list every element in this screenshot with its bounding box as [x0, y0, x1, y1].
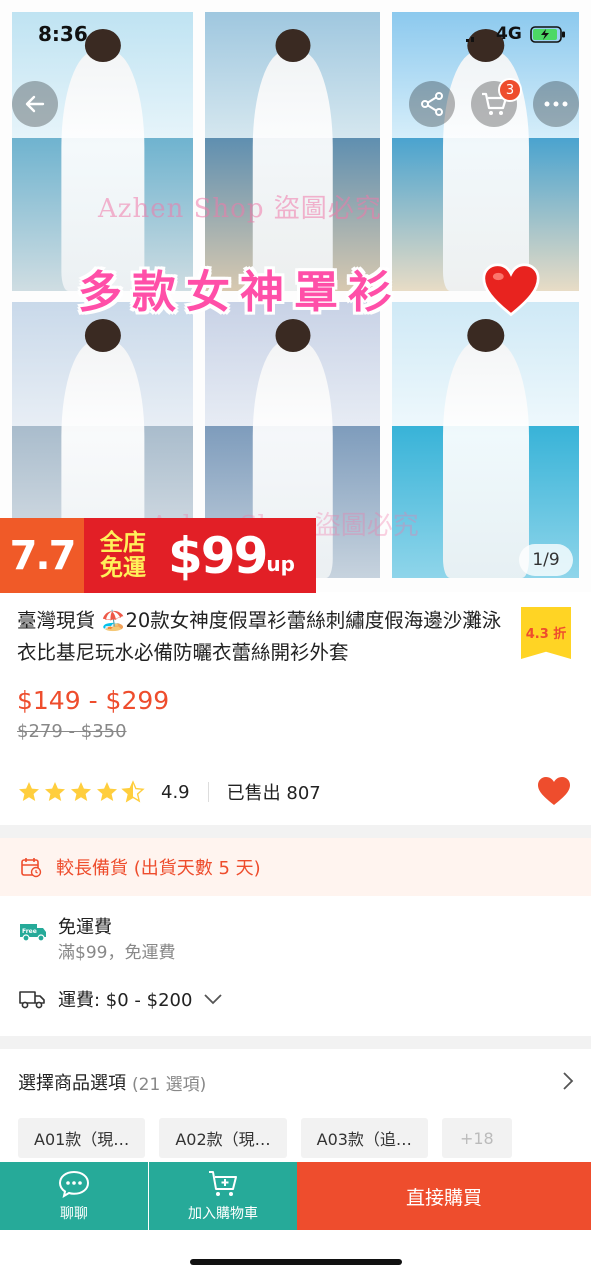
back-button[interactable] — [12, 81, 58, 127]
chevron-down-icon — [204, 994, 223, 1005]
battery-icon — [530, 26, 565, 43]
section-divider — [0, 825, 591, 838]
image-banner-text: 多款女神罩衫 — [78, 267, 402, 318]
more-options-button[interactable] — [533, 81, 579, 127]
promo-label-line2: 免運 — [100, 554, 146, 581]
star-icon — [71, 782, 91, 801]
back-arrow-icon — [25, 95, 45, 113]
discount-badge: 4.3 折 — [521, 607, 571, 659]
shipping-fee: 運費: $0 - $200 — [58, 990, 193, 1011]
gallery-photo — [12, 12, 193, 291]
free-shipping-row: Free 免運費 滿$99，免運費 — [18, 915, 175, 965]
buy-now-button[interactable]: 直接購買 — [297, 1162, 591, 1230]
promo-price: $99 — [168, 526, 268, 585]
variant-selector-title: 選擇商品選項 — [18, 1073, 126, 1094]
truck-icon — [19, 991, 45, 1009]
chevron-right-icon — [563, 1072, 574, 1090]
status-bar: 8:36 4G — [0, 0, 591, 46]
image-watermark: Azhen Shop 盜圖必究 — [98, 194, 382, 224]
share-button[interactable] — [409, 81, 455, 127]
more-variants-chip[interactable]: +18 — [441, 1118, 512, 1158]
variant-chip[interactable]: A03款（追… — [300, 1118, 428, 1158]
free-shipping-title: 免運費 — [58, 917, 112, 938]
status-time: 8:36 — [38, 22, 88, 46]
gallery-photo — [392, 302, 579, 578]
chat-button[interactable]: 聊聊 — [0, 1162, 148, 1230]
shipping-fee-row[interactable]: 運費: $0 - $200 — [18, 986, 223, 1012]
network-type: 4G — [496, 24, 522, 44]
home-indicator-area — [0, 1230, 591, 1279]
promo-label-line1: 全店 — [100, 529, 146, 556]
gallery-photo — [392, 12, 579, 291]
variant-count: (21 選項) — [132, 1074, 207, 1095]
star-icon — [19, 782, 39, 801]
bottom-action-bar: 聊聊 加入購物車 直接購買 — [0, 1162, 591, 1230]
variant-chip[interactable]: A01款（現… — [18, 1118, 146, 1158]
rating-stars — [17, 780, 145, 804]
calendar-icon — [21, 858, 42, 878]
section-divider — [0, 1036, 591, 1049]
promo-free-shipping: 全店 免運 $99 up — [84, 518, 316, 593]
chat-label: 聊聊 — [60, 1206, 88, 1222]
product-title: 臺灣現貨 🏖️20款女神度假罩衫蕾絲刺繡度假海邊沙灘泳衣比基尼玩水必備防曬衣蕾絲… — [17, 609, 502, 664]
variant-chips: A01款（現… A02款（現… A03款（追… +18 — [18, 1118, 512, 1158]
free-shipping-condition: 滿$99，免運費 — [58, 943, 176, 963]
more-icon — [544, 101, 568, 107]
add-to-cart-button[interactable]: 加入購物車 — [149, 1162, 297, 1230]
star-icon — [97, 782, 117, 801]
sold-count: 已售出 807 — [226, 783, 321, 804]
promo-date-logo: 7.7 — [0, 518, 84, 593]
image-counter: 1/9 — [519, 544, 573, 576]
add-to-cart-label: 加入購物車 — [188, 1206, 258, 1222]
divider — [207, 782, 209, 802]
rating-row[interactable]: 4.9 已售出 807 — [17, 777, 321, 807]
share-icon — [421, 92, 443, 116]
add-to-cart-icon — [209, 1171, 237, 1196]
chat-icon — [58, 1170, 90, 1199]
like-heart-icon[interactable] — [537, 776, 571, 806]
free-shipping-truck-icon: Free — [20, 924, 46, 942]
promo-banner: 7.7 全店 免運 $99 up — [0, 518, 316, 593]
star-half-icon — [121, 780, 145, 803]
variant-chip[interactable]: A02款（現… — [159, 1118, 287, 1158]
variant-selector[interactable]: 選擇商品選項 (21 選項) — [18, 1069, 574, 1095]
heart-emoji-icon — [482, 263, 540, 317]
signal-icon — [466, 37, 474, 42]
promo-suffix: up — [266, 551, 295, 576]
preorder-text: 較長備貨 (出貨天數 5 天) — [56, 858, 261, 879]
gallery-photo — [205, 12, 380, 291]
product-price: $149 - $299 — [17, 686, 170, 715]
rating-value: 4.9 — [161, 781, 190, 803]
original-price: $279 - $350 — [17, 721, 127, 742]
preorder-notice: 較長備貨 (出貨天數 5 天) — [0, 838, 591, 896]
cart-count-badge: 3 — [498, 78, 522, 102]
svg-text:Free: Free — [22, 928, 37, 935]
star-icon — [45, 782, 65, 801]
home-indicator[interactable] — [190, 1259, 402, 1265]
